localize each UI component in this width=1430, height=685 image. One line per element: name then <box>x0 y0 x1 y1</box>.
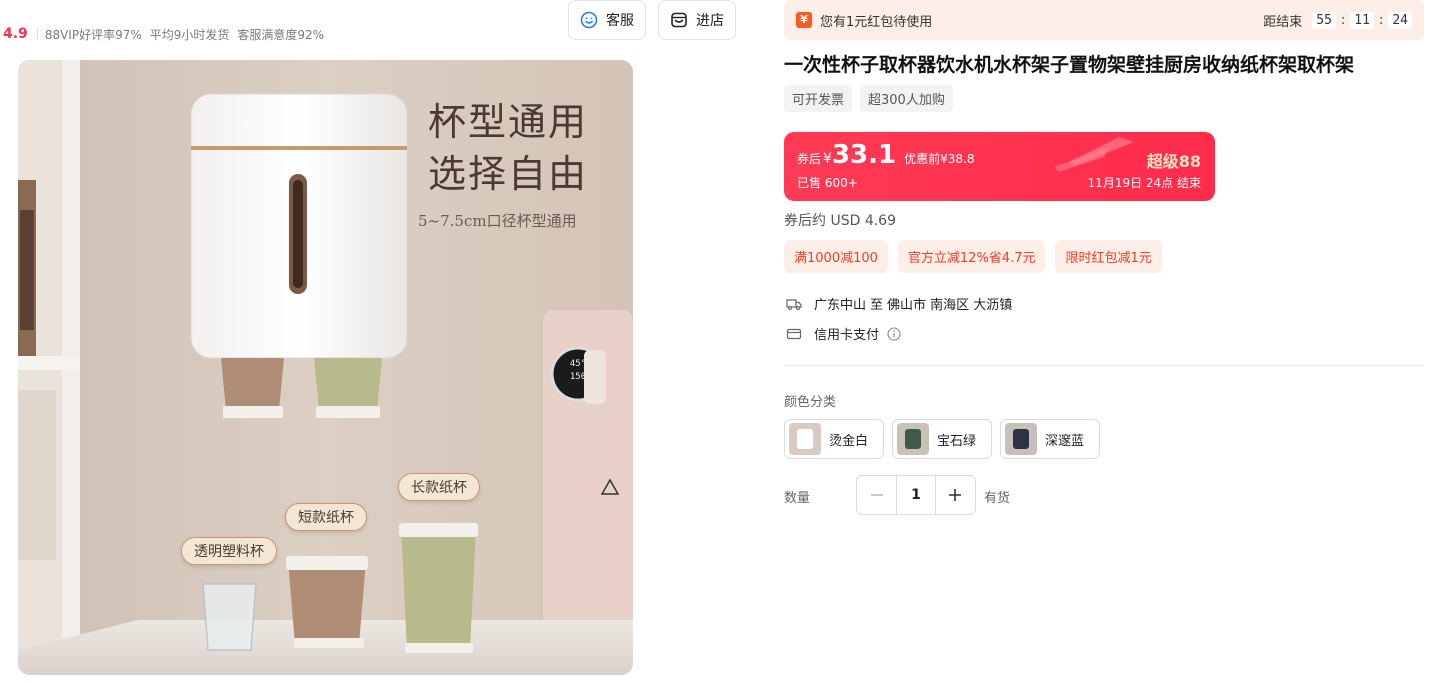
coupon-price: 33.1 <box>831 140 897 170</box>
countdown-colon: : <box>1340 12 1346 28</box>
product-tags: 可开发票 超300人加购 <box>784 85 953 112</box>
promotions: 满1000减100 官方立减12%省4.7元 限时红包减1元 <box>784 240 1162 273</box>
tag-long-paper-cup: 长款纸杯 <box>398 473 480 501</box>
promo-end-time: 11月19日 24点 结束 <box>1087 176 1201 190</box>
quantity-increase-button[interactable] <box>936 476 975 514</box>
credit-card-icon <box>786 328 802 339</box>
super88-badge: 超级88 <box>1146 152 1201 171</box>
color-options: 烫金白 宝石绿 深邃蓝 <box>784 419 1100 459</box>
stat-88vip-rating: 88VIP好评率97% <box>44 27 142 42</box>
tag-cart-count: 超300人加购 <box>860 85 953 112</box>
usd-price: 券后约 USD 4.69 <box>784 213 896 229</box>
red-packet-icon: ¥ <box>796 12 812 28</box>
truck-icon <box>786 298 802 310</box>
shipping-info[interactable]: 广东中山 至 佛山市 南海区 大沥镇 <box>786 294 1012 313</box>
sold-count: 已售 600+ <box>797 176 858 190</box>
ship-to: 佛山市 南海区 大沥镇 <box>887 298 1013 313</box>
customer-service-button[interactable]: 客服 <box>568 0 646 40</box>
color-option-deep-blue[interactable]: 深邃蓝 <box>1000 419 1100 459</box>
original-price: 优惠前¥38.8 <box>904 152 975 166</box>
red-packet-text: 您有1元红包待使用 <box>820 14 933 30</box>
color-section-label: 颜色分类 <box>784 395 837 410</box>
hero-headline: 杯型通用 选择自由 <box>428 96 588 200</box>
enter-store-label: 进店 <box>696 13 724 29</box>
countdown-minutes: 11 <box>1350 11 1374 29</box>
countdown-label: 距结束 <box>1263 14 1303 30</box>
price-line: 券后 ¥ 33.1 优惠前¥38.8 <box>797 142 974 168</box>
quantity-stepper: 1 <box>856 475 976 515</box>
payment-info: 信用卡支付 <box>786 324 901 343</box>
store-rating: 4.9 <box>3 26 28 42</box>
tag-invoice: 可开发票 <box>784 85 853 112</box>
stat-shipping-time: 平均9小时发货 <box>149 27 230 42</box>
stat-service-satisfaction: 客服满意度92% <box>237 27 325 42</box>
display-temperature: 45° <box>570 359 586 369</box>
color-option-label: 宝石绿 <box>937 433 977 449</box>
color-option-gold-white[interactable]: 烫金白 <box>784 419 884 459</box>
info-icon[interactable] <box>887 326 901 341</box>
enter-store-button[interactable]: 进店 <box>658 0 736 40</box>
ship-connector: 至 <box>870 298 884 313</box>
product-title: 一次性杯子取杯器饮水机水杯架子置物架壁挂厨房收纳纸杯架取杯架 <box>784 54 1355 76</box>
countdown: 距结束 55 : 11 : 24 <box>1263 11 1412 30</box>
hero-headline-line-1: 杯型通用 <box>428 100 589 144</box>
promo-official-discount[interactable]: 官方立减12%省4.7元 <box>897 240 1046 273</box>
customer-service-label: 客服 <box>606 13 634 29</box>
divider <box>36 28 38 40</box>
payment-text: 信用卡支付 <box>814 328 880 343</box>
countdown-colon: : <box>1378 12 1384 28</box>
countdown-seconds: 24 <box>1388 11 1412 29</box>
color-thumb-blue <box>1005 423 1037 455</box>
price-label: 券后 <box>797 152 822 166</box>
tag-short-paper-cup: 短款纸杯 <box>285 503 367 531</box>
stock-status: 有货 <box>984 491 1011 506</box>
display-volume: 150 <box>570 372 586 382</box>
countdown-hours: 55 <box>1312 11 1336 29</box>
ship-from: 广东中山 <box>814 298 867 313</box>
hero-headline-line-2: 选择自由 <box>428 152 589 196</box>
minus-icon <box>870 494 883 496</box>
store-icon <box>671 12 687 28</box>
red-packet-banner[interactable]: ¥ 您有1元红包待使用 距结束 55 : 11 : 24 <box>784 0 1424 40</box>
color-option-gem-green[interactable]: 宝石绿 <box>892 419 992 459</box>
color-thumb-white <box>789 423 821 455</box>
store-stats-bar: 4.9 88VIP好评率97% 平均9小时发货 客服满意度92% <box>0 22 332 46</box>
tag-plastic-cup: 透明塑料杯 <box>181 537 277 565</box>
plus-icon <box>949 489 962 501</box>
product-main-image[interactable]: 45° 150 杯型通用 选择自由 5~7.5cm口径杯型通用 长款纸杯 短款纸… <box>18 60 633 675</box>
hero-subline: 5~7.5cm口径杯型通用 <box>418 212 577 230</box>
currency-symbol: ¥ <box>823 151 832 167</box>
promo-red-packet[interactable]: 限时红包减1元 <box>1055 240 1162 273</box>
quantity-decrease-button[interactable] <box>857 476 896 514</box>
promo-spend-discount[interactable]: 满1000减100 <box>784 240 888 273</box>
color-thumb-green <box>897 423 929 455</box>
section-divider <box>784 365 1424 366</box>
quantity-label: 数量 <box>784 491 811 506</box>
color-option-label: 烫金白 <box>829 433 869 449</box>
customer-service-icon <box>580 11 598 29</box>
color-option-label: 深邃蓝 <box>1045 433 1085 449</box>
price-card: 券后 ¥ 33.1 优惠前¥38.8 已售 600+ 超级88 11月19日 2… <box>784 132 1215 201</box>
quantity-input[interactable]: 1 <box>896 476 936 514</box>
